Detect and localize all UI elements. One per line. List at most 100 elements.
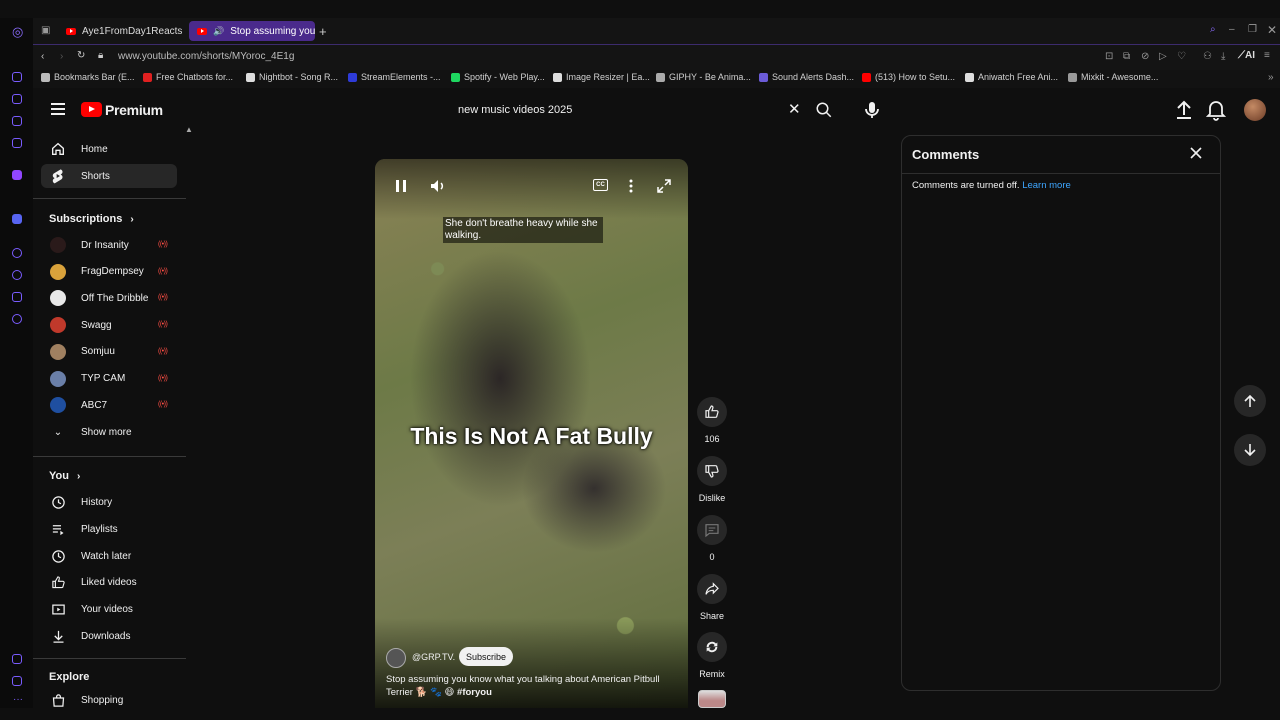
profile-icon[interactable]: ⚇ [1203, 51, 1212, 62]
tab-aye1fromday1reacts[interactable]: Aye1FromDay1Reacts - Yo [58, 21, 184, 41]
bookmark-item[interactable]: Aniwatch Free Ani... [965, 72, 1058, 82]
rail-twitch-icon[interactable] [12, 170, 22, 180]
sidebar-subscription-item[interactable]: TYP CAM [41, 367, 177, 391]
sidebar-item-shorts[interactable]: Shorts [41, 164, 177, 188]
rail-settings-icon[interactable] [12, 314, 22, 324]
sidebar-divider [33, 198, 186, 199]
sidebar-item-downloads[interactable]: Downloads [41, 624, 177, 648]
voice-search-button[interactable] [860, 98, 884, 122]
sidebar-subscription-item[interactable]: Somjuu [41, 340, 177, 364]
sound-thumbnail[interactable] [698, 690, 726, 708]
previous-short-button[interactable] [1234, 385, 1266, 417]
tab-overview-icon[interactable]: ▣ [41, 25, 50, 36]
browser-logo-icon[interactable]: ◎ [12, 24, 23, 40]
close-window-button[interactable]: ✕ [1267, 23, 1277, 37]
sidebar-scroll-up-icon[interactable]: ▲ [185, 125, 193, 134]
sidebar-item-watch-later[interactable]: Watch later [41, 544, 177, 568]
share-button[interactable]: Share [696, 574, 728, 621]
bookmark-item[interactable]: Image Resizer | Ea... [553, 72, 650, 82]
new-tab-button[interactable]: + [319, 24, 327, 39]
search-button[interactable] [815, 101, 833, 119]
snapshot-icon[interactable]: ⧉ [1123, 51, 1130, 62]
address-field[interactable]: www.youtube.com/shorts/MYoroc_4E1g [118, 51, 294, 62]
show-more-button[interactable]: ⌄ Show more [41, 420, 177, 444]
rail-telegram-icon[interactable] [12, 94, 22, 104]
fullscreen-button[interactable] [657, 179, 671, 193]
bookmark-item[interactable]: Free Chatbots for... [143, 72, 233, 82]
subscriptions-heading[interactable]: Subscriptions › [49, 213, 134, 225]
rail-history-icon[interactable] [12, 270, 22, 280]
create-upload-button[interactable] [1174, 99, 1194, 121]
forward-button[interactable]: › [60, 51, 63, 62]
bookmark-item[interactable]: StreamElements -... [348, 72, 441, 82]
back-button[interactable]: ‹ [41, 51, 44, 62]
you-heading[interactable]: You › [49, 470, 80, 482]
youtube-logo-icon[interactable] [81, 102, 102, 117]
rail-whatsapp-icon[interactable] [12, 116, 22, 126]
youtube-premium-logo[interactable]: Premium [105, 102, 163, 118]
reload-button[interactable]: ↻ [77, 50, 85, 61]
account-avatar[interactable] [1244, 99, 1266, 121]
rail-gx-icon[interactable] [12, 676, 22, 686]
lock-icon[interactable]: 🔒︎ [98, 50, 103, 61]
sidebar-subscription-item[interactable]: Off The Dribble [41, 286, 177, 310]
comments-button[interactable]: 0 [696, 515, 728, 562]
dislike-button[interactable]: Dislike [696, 456, 728, 503]
player-icon[interactable]: ▷ [1159, 51, 1167, 62]
rail-extensions-icon[interactable] [12, 292, 22, 302]
sidebar-item-your-videos[interactable]: Your videos [41, 597, 177, 621]
hashtag-link[interactable]: #foryou [457, 687, 492, 698]
tab-current-short[interactable]: 🔊 Stop assuming you kn [189, 21, 315, 41]
search-input[interactable] [448, 96, 808, 124]
learn-more-link[interactable]: Learn more [1022, 180, 1071, 191]
bookmark-item[interactable]: Bookmarks Bar (E... [41, 72, 135, 82]
clear-search-button[interactable]: ✕ [788, 102, 801, 118]
browser-search-icon[interactable]: ⌕ [1210, 24, 1216, 35]
captions-button[interactable]: CC [593, 179, 608, 191]
bookmark-item[interactable]: GIPHY - Be Anima... [656, 72, 751, 82]
sidebar-subscription-item[interactable]: FragDempsey [41, 260, 177, 284]
subscribe-button[interactable]: Subscribe [459, 647, 514, 666]
close-comments-button[interactable] [1189, 146, 1203, 160]
sidebar-item-shopping[interactable]: Shopping [41, 688, 177, 712]
rail-player-icon[interactable] [12, 248, 22, 258]
pause-button[interactable] [395, 179, 407, 193]
easy-setup-menu-icon[interactable]: ≡ [1264, 50, 1270, 61]
bookmark-item[interactable]: Mixkit - Awesome... [1068, 72, 1158, 82]
sidebar-item-home[interactable]: Home [41, 137, 177, 161]
favorites-heart-icon[interactable]: ♡ [1177, 51, 1186, 62]
bookmark-item[interactable]: Spotify - Web Play... [451, 72, 545, 82]
shorts-video-player[interactable]: CC She don't breathe heavy while she wal… [375, 159, 688, 708]
downloads-icon[interactable]: ⤓ [1221, 51, 1225, 62]
sidebar-subscription-item[interactable]: Dr Insanity [41, 233, 177, 257]
sidebar-item-history[interactable]: History [41, 490, 177, 514]
sidebar-subscription-item[interactable]: ABC7 [41, 393, 177, 417]
rail-music-icon[interactable] [12, 138, 22, 148]
minimize-window-button[interactable]: – [1229, 24, 1235, 35]
like-button[interactable]: 106 [696, 397, 728, 444]
next-short-button[interactable] [1234, 434, 1266, 466]
remix-button[interactable]: Remix [696, 632, 728, 679]
channel-handle[interactable]: @GRP.TV. [412, 652, 455, 662]
adblock-icon[interactable]: ⊘ [1141, 51, 1149, 62]
bookmark-item[interactable]: Sound Alerts Dash... [759, 72, 854, 82]
bookmarks-overflow-icon[interactable]: » [1268, 72, 1274, 83]
bookmark-item[interactable]: Nightbot - Song R... [246, 72, 338, 82]
maximize-window-button[interactable]: ❐ [1248, 24, 1257, 35]
guide-menu-button[interactable] [51, 103, 65, 115]
sidebar-item-liked-videos[interactable]: Liked videos [41, 570, 177, 594]
more-options-button[interactable] [629, 179, 633, 193]
rail-messenger-icon[interactable] [12, 72, 22, 82]
bookmark-icon[interactable]: ⊡ [1105, 51, 1113, 62]
bookmark-item[interactable]: (513) How to Setu... [862, 72, 955, 82]
notifications-button[interactable] [1206, 99, 1226, 121]
ai-button[interactable]: ⟋AI [1238, 50, 1255, 61]
channel-avatar[interactable] [386, 648, 406, 668]
sidebar-item-playlists[interactable]: Playlists [41, 517, 177, 541]
volume-button[interactable] [430, 179, 446, 193]
sidebar-subscription-item[interactable]: Swagg [41, 313, 177, 337]
video-description[interactable]: Stop assuming you know what you talking … [386, 673, 676, 699]
rail-tools-icon[interactable] [12, 654, 22, 664]
rail-discord-icon[interactable] [12, 214, 22, 224]
rail-more-icon[interactable]: ··· [13, 694, 23, 705]
